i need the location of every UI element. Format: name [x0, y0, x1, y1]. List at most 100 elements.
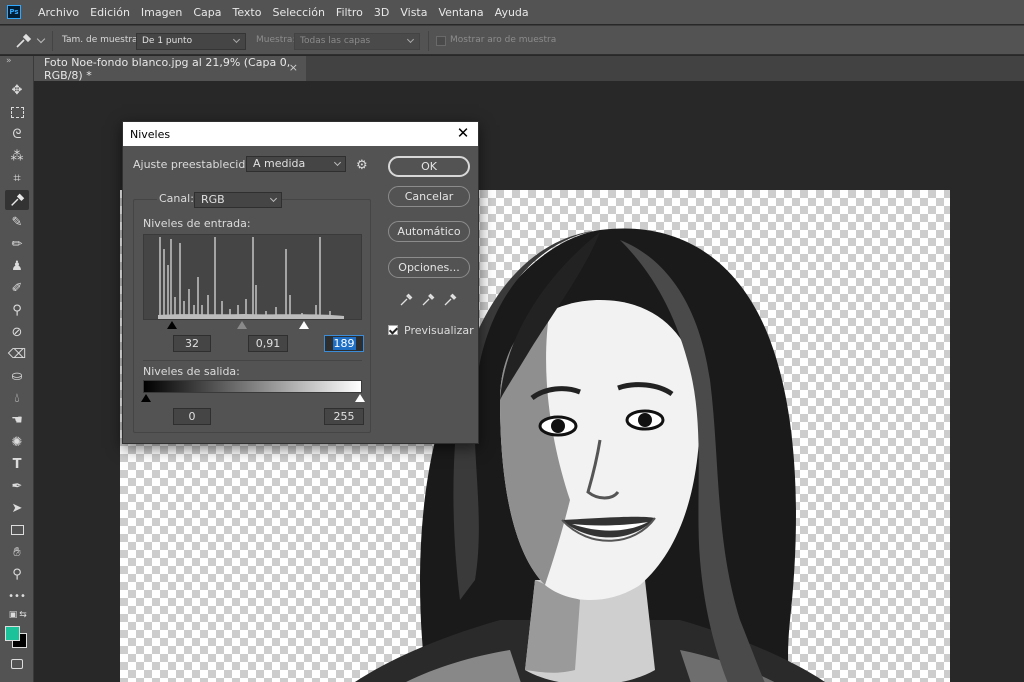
white-eyedropper-icon[interactable] — [443, 293, 457, 307]
chevron-down-icon — [406, 35, 415, 44]
document-tab[interactable]: Foto Noe-fondo blanco.jpg al 21,9% (Capa… — [34, 55, 306, 82]
sample-select[interactable]: Todas las capas — [294, 33, 420, 50]
close-icon[interactable]: ✕ — [455, 124, 471, 142]
output-black-handle[interactable] — [141, 394, 151, 402]
options-button[interactable]: Opciones... — [388, 257, 470, 278]
tools-panel: » ✥ ᘓ ⁂ ⌗ ✎ ✏ ♟ ✐ ⚲ ⊘ ⌫ ⛀ 💧︎ ☚ ✺ T ✒ ➤ ✋… — [0, 56, 34, 682]
menu-imagen[interactable]: Imagen — [136, 6, 188, 19]
zoom-tool-icon[interactable]: ⚲ — [7, 564, 27, 584]
rectangle-tool-icon[interactable] — [7, 520, 27, 540]
eyedropper-icon — [11, 193, 25, 206]
menu-ayuda[interactable]: Ayuda — [490, 6, 535, 19]
menu-texto[interactable]: Texto — [228, 6, 268, 19]
channel-select[interactable]: RGB — [194, 192, 282, 208]
input-black-point-handle[interactable] — [167, 321, 177, 329]
input-white-point-handle[interactable] — [299, 321, 309, 329]
sample-size-select[interactable]: De 1 punto — [136, 33, 246, 50]
type-tool-icon[interactable]: T — [7, 454, 27, 474]
pencil-tool-icon[interactable]: ✏ — [7, 234, 27, 254]
input-white-field[interactable]: 189 — [324, 335, 364, 352]
hand-tool-icon[interactable]: ✋︎ — [7, 542, 27, 562]
menu-vista[interactable]: Vista — [395, 6, 433, 19]
chevron-down-icon — [333, 158, 342, 167]
swap-colors-icon[interactable]: ⇆ — [13, 605, 33, 625]
crop-tool-icon[interactable]: ⌗ — [7, 168, 27, 188]
ok-button[interactable]: OK — [388, 156, 470, 177]
preset-options-gear-icon[interactable]: ⚙ — [356, 158, 368, 173]
sponge-tool-icon[interactable]: ✺ — [7, 432, 27, 452]
divider — [143, 360, 362, 361]
input-gamma-handle[interactable] — [237, 321, 247, 329]
sample-size-label: Tam. de muestra: — [62, 35, 141, 45]
move-tool-icon[interactable]: ✥ — [7, 80, 27, 100]
levels-dialog: Niveles ✕ Ajuste preestablecido: A medid… — [122, 121, 479, 444]
menu-seleccion[interactable]: Selección — [267, 6, 330, 19]
output-gradient-bar — [143, 380, 362, 393]
histogram-graph — [158, 237, 344, 319]
options-bar: Tam. de muestra: De 1 punto Muestra: Tod… — [0, 25, 1024, 55]
collapse-panel-icon[interactable]: » — [6, 56, 12, 66]
eyedropper-tool-icon[interactable] — [5, 190, 29, 210]
photoshop-logo-icon: Ps — [7, 5, 21, 19]
close-icon[interactable]: × — [289, 61, 298, 74]
sample-size-value: De 1 punto — [142, 36, 193, 46]
menu-filtro[interactable]: Filtro — [331, 6, 369, 19]
quick-mask-icon[interactable] — [7, 654, 27, 674]
clone-stamp-tool-icon[interactable]: ♟ — [7, 256, 27, 276]
histogram — [143, 234, 362, 320]
path-selection-tool-icon[interactable]: ➤ — [7, 498, 27, 518]
auto-button[interactable]: Automático — [388, 221, 470, 242]
document-tab-title: Foto Noe-fondo blanco.jpg al 21,9% (Capa… — [44, 55, 291, 82]
input-white-value: 189 — [332, 337, 356, 350]
sample-value: Todas las capas — [300, 36, 371, 46]
pen-tool-icon[interactable]: ✒ — [7, 476, 27, 496]
input-black-field[interactable]: 32 — [173, 335, 211, 352]
output-levels-label: Niveles de salida: — [143, 365, 240, 378]
channel-label: Canal: — [157, 192, 196, 205]
magic-wand-tool-icon[interactable]: ⁂ — [7, 146, 27, 166]
input-levels-label: Niveles de entrada: — [143, 217, 251, 230]
menu-edicion[interactable]: Edición — [85, 6, 136, 19]
tool-preset-chevron-down-icon[interactable] — [36, 34, 46, 44]
more-tools-icon[interactable]: ••• — [7, 586, 27, 606]
menu-bar: Ps Archivo Edición Imagen Capa Texto Sel… — [0, 0, 1024, 24]
menu-capa[interactable]: Capa — [188, 6, 227, 19]
eraser-tool-icon[interactable]: ⌫ — [7, 344, 27, 364]
output-white-field[interactable]: 255 — [324, 408, 364, 425]
foreground-color-swatch[interactable] — [5, 626, 20, 641]
divider — [52, 31, 53, 51]
brush-tool-icon[interactable]: ✎ — [7, 212, 27, 232]
menu-ventana[interactable]: Ventana — [433, 6, 489, 19]
document-tab-bar: Foto Noe-fondo blanco.jpg al 21,9% (Capa… — [0, 55, 1024, 82]
marquee-tool-icon[interactable] — [7, 102, 27, 122]
sample-label: Muestra: — [256, 35, 296, 45]
output-black-field[interactable]: 0 — [173, 408, 211, 425]
dialog-titlebar[interactable]: Niveles ✕ — [123, 122, 478, 146]
input-levels-slider[interactable] — [143, 320, 362, 331]
gray-eyedropper-icon[interactable] — [421, 293, 435, 307]
preset-label: Ajuste preestablecido: — [133, 158, 256, 171]
smudge-tool-icon[interactable]: ☚ — [7, 410, 27, 430]
show-sampling-ring-checkbox[interactable] — [436, 36, 446, 46]
preset-select[interactable]: A medida — [246, 156, 346, 172]
input-gamma-field[interactable]: 0,91 — [248, 335, 288, 352]
chevron-down-icon — [269, 194, 278, 203]
history-brush-tool-icon[interactable]: ✐ — [7, 278, 27, 298]
output-white-handle[interactable] — [355, 394, 365, 402]
paint-bucket-tool-icon[interactable]: ⛀ — [7, 366, 27, 386]
stamp-tool-icon[interactable]: ⚲ — [7, 300, 27, 320]
menu-3d[interactable]: 3D — [369, 6, 395, 19]
dialog-title: Niveles — [130, 127, 171, 141]
black-eyedropper-icon[interactable] — [399, 293, 413, 307]
preview-label: Previsualizar — [404, 324, 474, 337]
cancel-button[interactable]: Cancelar — [388, 186, 470, 207]
chevron-down-icon — [232, 35, 241, 44]
lasso-tool-icon[interactable]: ᘓ — [7, 124, 27, 144]
preview-checkbox[interactable] — [388, 325, 398, 335]
eyedropper-icon[interactable] — [14, 33, 32, 49]
preset-value: A medida — [253, 157, 306, 170]
healing-tool-icon[interactable]: ⊘ — [7, 322, 27, 342]
menu-archivo[interactable]: Archivo — [33, 6, 85, 19]
channel-value: RGB — [201, 193, 225, 206]
blur-tool-icon[interactable]: 💧︎ — [7, 388, 27, 408]
